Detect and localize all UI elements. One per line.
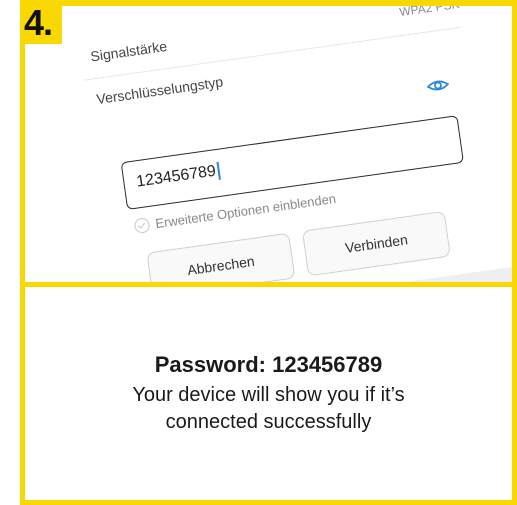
check-circle-icon[interactable] xyxy=(133,217,151,235)
caption-panel: Password: 123456789 Your device will sho… xyxy=(20,282,517,505)
password-value: 123456789 xyxy=(135,162,217,191)
text-caret xyxy=(216,161,221,180)
cancel-button-label: Abbrechen xyxy=(186,252,256,279)
caption-line-1: Your device will show you if it’s xyxy=(132,384,405,406)
screenshot-panel: Signalstärke WPA2 PSK Verschlüsselungsty… xyxy=(20,0,517,287)
eye-icon[interactable] xyxy=(425,76,451,95)
step-badge: 4. xyxy=(20,0,62,44)
step-number: 4. xyxy=(24,2,53,43)
password-caption: Password: 123456789 xyxy=(154,352,383,377)
connect-button-label: Verbinden xyxy=(344,231,409,256)
caption-line-2: connected successfully xyxy=(165,411,372,433)
instruction-card: 4. Signalstärke WPA2 PSK Verschlüsselung… xyxy=(0,0,517,505)
phone-screenshot: Signalstärke WPA2 PSK Verschlüsselungsty… xyxy=(25,6,512,282)
